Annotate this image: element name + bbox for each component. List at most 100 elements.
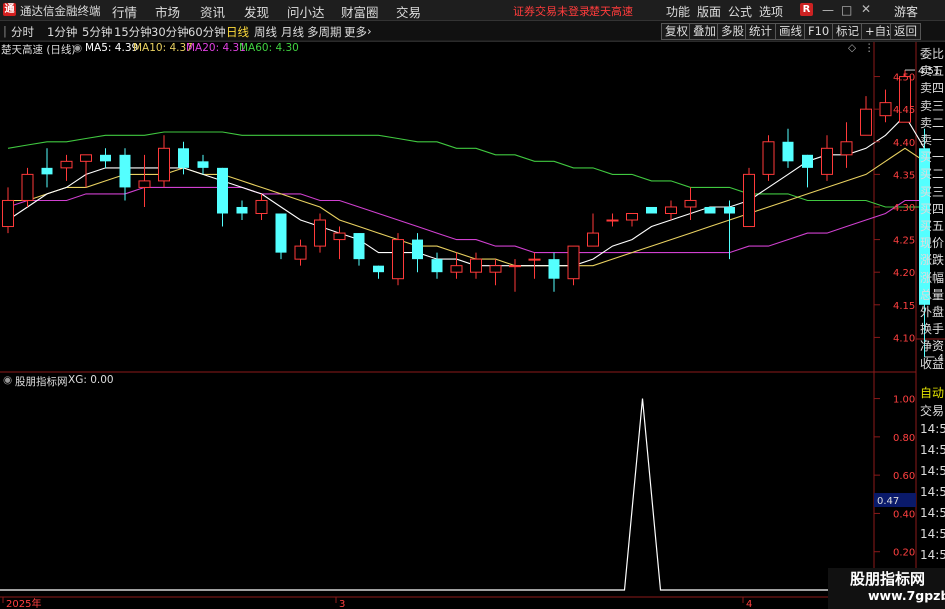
chart-frame: [0, 40, 945, 598]
candlestick-series: [2, 70, 930, 357]
candle-body-down: [802, 154, 813, 168]
candle-body-up: [860, 108, 872, 136]
quote-item-1: 卖五: [920, 64, 945, 79]
candle-body-down: [178, 148, 189, 168]
candle-body-up: [138, 180, 151, 188]
candle-body-down: [100, 154, 111, 162]
quote-item-17: 净资: [920, 339, 945, 354]
candle-body-up: [840, 141, 853, 156]
quote-item-15: 外盘: [920, 305, 945, 319]
indicator-info-line: ◉ 股朋指标网 XG: 0.00: [0, 374, 945, 388]
side-quote-panel: 委比 卖五 卖四 卖三 卖二 卖一 买一 买二 买三 买四 买五 现价 涨跌 涨幅 总量 外盘 换手 净资 收益 自动…: [917, 42, 945, 609]
candle-body-down: [119, 154, 131, 188]
price-tick-label: 4.35: [893, 170, 915, 181]
quote-item-0: 委比: [920, 47, 945, 61]
candle-body-up: [762, 141, 775, 175]
quote-item-18: 收益: [920, 356, 945, 371]
candle-body-up: [665, 206, 677, 215]
candle-body-up: [821, 147, 833, 175]
ma20-label: MA20: 4.31: [186, 42, 246, 54]
watermark-url: www.7gpzb.com: [868, 588, 945, 603]
price-tick-label: 4.20: [893, 268, 915, 279]
date-axis: 2025年 3 4: [2, 597, 752, 609]
ma20-polyline: [7, 186, 925, 254]
candle-body-down: [724, 206, 735, 214]
candle-body-up: [626, 213, 638, 221]
xg-indicator-series: [0, 398, 874, 591]
quote-item-12: 涨跌: [920, 253, 945, 268]
quote-item-3: 卖三: [920, 98, 945, 113]
ma5-label: MA5: 4.39: [85, 42, 139, 54]
quote-item-2: 卖四: [920, 81, 945, 96]
indicator-tick-label: 1.00: [893, 395, 915, 406]
price-tick-label: 4.10: [893, 333, 915, 344]
quote-item-4: 卖二: [920, 115, 945, 130]
candle-body-down: [197, 161, 209, 168]
candle-body-down: [704, 206, 716, 214]
time-item-1: 14:56: [920, 443, 945, 457]
chart-canvas[interactable]: 4.50 4.45 4.40 4.35 4.30 4.25 4.20 4.15 4.10 1.0…: [0, 0, 945, 609]
quote-item-7: 买二: [920, 167, 945, 182]
settings-icon[interactable]: ◉: [73, 42, 82, 54]
quote-item-13: 涨幅: [920, 270, 945, 285]
price-tick-label: 4.40: [893, 138, 915, 149]
chart-info-line: 楚天高速 (日线) ◉ MA5: 4.39 MA10: 4.37 MA20: 4…: [0, 42, 945, 56]
candle-body-down: [412, 239, 423, 260]
candle-body-up: [80, 154, 92, 162]
candle-body-down: [353, 233, 365, 260]
indicator-tick-label: 0.80: [893, 433, 915, 444]
candle-body-down: [275, 213, 287, 253]
quote-item-8: 买三: [920, 184, 945, 199]
ma20-line: [7, 186, 925, 254]
ma10-label: MA10: 4.37: [133, 42, 193, 54]
candle-body-down: [782, 141, 794, 162]
candle-body-up: [489, 265, 502, 273]
ma5-polyline: [7, 114, 925, 267]
time-item-0: 14:56: [920, 422, 945, 436]
candle-body-up: [606, 219, 619, 222]
indicator-tick-label: 0.20: [893, 548, 915, 559]
candle-body-up: [60, 160, 73, 169]
candle-body-up: [587, 232, 599, 247]
price-tick-label: 4.50: [893, 73, 915, 84]
time-item-5: 14:56: [920, 527, 945, 541]
candle-body-down: [646, 206, 657, 214]
date-tick-label: 4: [746, 599, 752, 609]
candle-body-up: [470, 258, 482, 273]
candle-body-up: [684, 199, 697, 208]
candle-body-down: [548, 259, 560, 279]
candle-body-down: [217, 167, 228, 214]
candle-body-up: [743, 173, 755, 228]
time-item-4: 14:56: [920, 506, 945, 520]
time-item-6: 14:56: [920, 548, 945, 562]
indicator-value: XG: 0.00: [68, 374, 114, 386]
candle-body-up: [879, 102, 892, 117]
indicator-axis: 1.00 0.80 0.60 0.40 0.20 0.47: [874, 395, 916, 559]
candle-body-up: [2, 199, 14, 228]
stock-label[interactable]: 楚天高速 (日线): [1, 42, 76, 57]
ma5-line: [7, 114, 925, 267]
indicator-name[interactable]: 股朋指标网: [15, 374, 68, 389]
price-tick-label: 4.30: [893, 203, 915, 214]
candle-body-up: [314, 219, 326, 247]
quote-item-5: 卖一: [920, 133, 945, 147]
candle-body-up: [294, 245, 307, 260]
diamond-icon[interactable]: ◇: [848, 42, 856, 54]
indicator-tick-label: 0.40: [893, 509, 915, 520]
candle-body-up: [21, 173, 34, 201]
price-tick-label: 4.15: [893, 301, 915, 312]
indicator-settings-icon[interactable]: ◉: [3, 374, 12, 386]
date-tick-label: 3: [339, 599, 345, 609]
candle-body-down: [431, 259, 443, 273]
price-tick-label: 4.25: [893, 236, 915, 247]
menu-dots-icon[interactable]: ⋮: [864, 42, 875, 54]
candle-body-up: [255, 199, 268, 214]
xg-line: [0, 398, 874, 591]
candle-body-up: [158, 147, 170, 182]
watermark-title: 股朋指标网: [850, 570, 926, 588]
ma10-line: [8, 147, 925, 267]
candle-body-up: [567, 245, 580, 280]
candle-body-down: [236, 206, 248, 214]
candle-body-up: [392, 239, 404, 280]
trade-label: 交易: [920, 404, 945, 418]
